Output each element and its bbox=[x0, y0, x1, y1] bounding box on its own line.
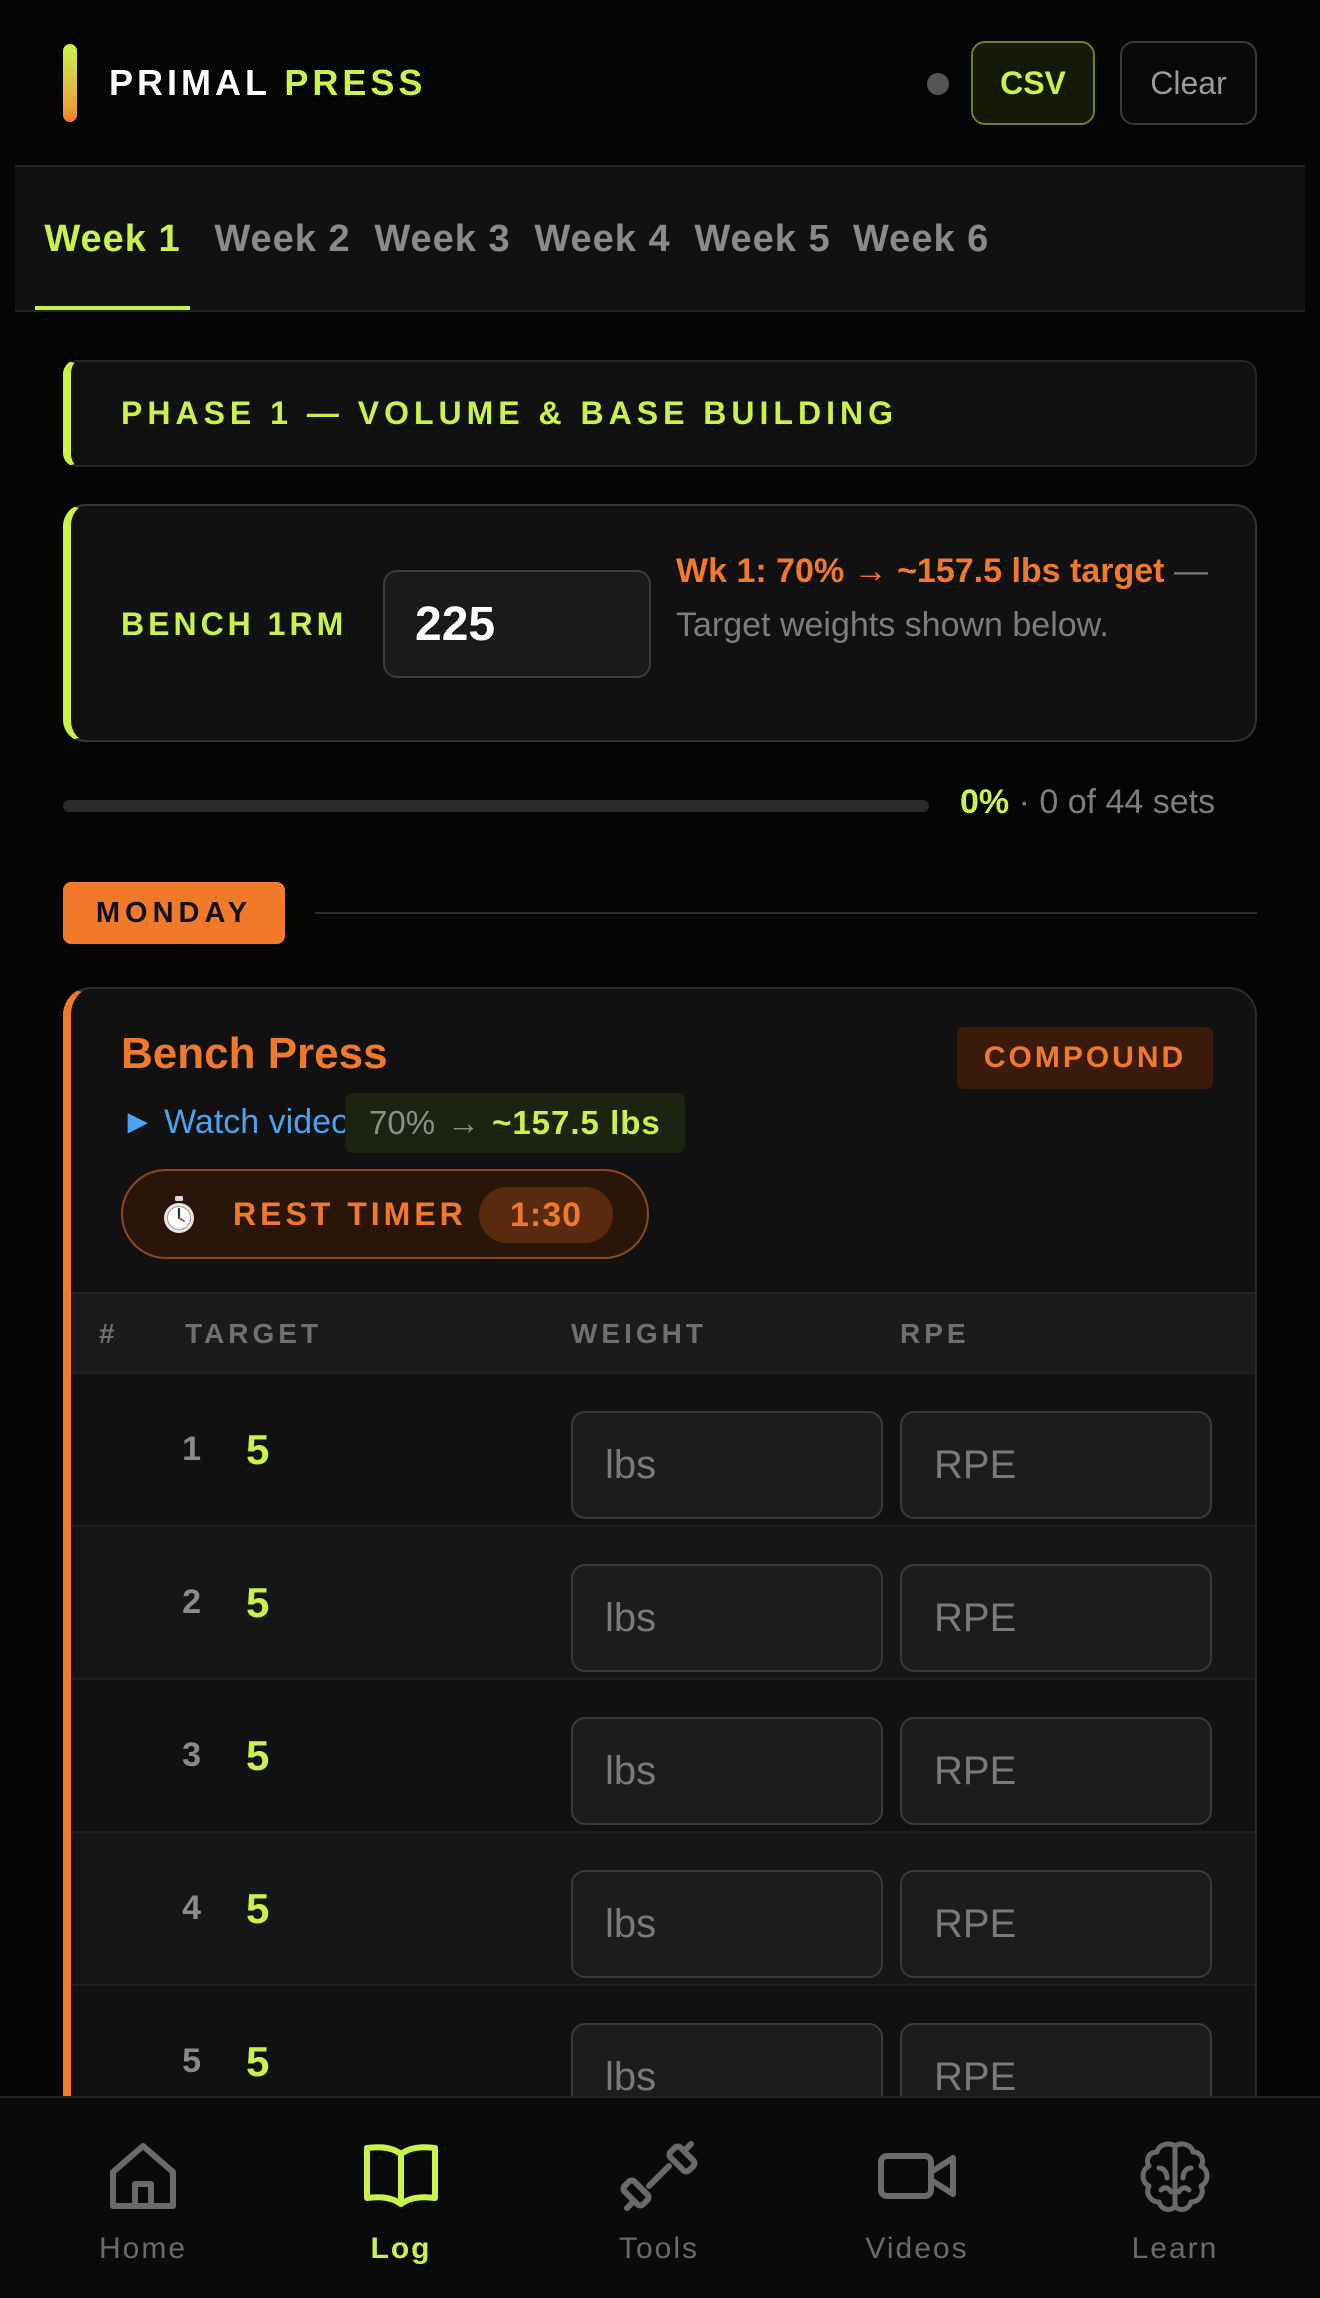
target-word: target bbox=[1070, 552, 1165, 590]
weight-input[interactable] bbox=[571, 1564, 883, 1672]
intensity-chip: 70% → ~157.5 lbs bbox=[345, 1093, 685, 1153]
progress-bar bbox=[63, 800, 929, 812]
set-number: 3 bbox=[182, 1736, 201, 1774]
phase-title: PHASE 1 — VOLUME & BASE BUILDING bbox=[121, 395, 898, 431]
set-row: 1 5 bbox=[71, 1372, 1255, 1525]
set-target-reps: 5 bbox=[246, 1578, 270, 1626]
rest-timer-button[interactable]: REST TIMER 1:30 bbox=[121, 1169, 649, 1259]
tab-week-1[interactable]: Week 1 bbox=[35, 167, 190, 310]
brand-word-press: PRESS bbox=[284, 62, 427, 103]
brand-accent-bar bbox=[63, 44, 77, 122]
book-icon bbox=[364, 2144, 438, 2207]
tab-week-5[interactable]: Week 5 bbox=[685, 167, 840, 310]
nav-tools-label: Tools bbox=[618, 2232, 700, 2265]
tab-week-4[interactable]: Week 4 bbox=[525, 167, 680, 310]
bottom-nav: Home Log Tools Videos Learn bbox=[0, 2096, 1320, 2298]
nav-home-label: Home bbox=[98, 2232, 188, 2265]
dumbbell-icon bbox=[620, 2141, 698, 2211]
weight-input[interactable] bbox=[571, 1870, 883, 1978]
bench-1rm-label: BENCH 1RM bbox=[121, 606, 348, 642]
brain-icon bbox=[1140, 2141, 1210, 2212]
day-divider bbox=[315, 912, 1257, 914]
sync-status-dot bbox=[927, 73, 949, 95]
tab-week-2[interactable]: Week 2 bbox=[205, 167, 360, 310]
set-row: 3 5 bbox=[71, 1678, 1255, 1831]
sets-table-header: # TARGET WEIGHT RPE bbox=[71, 1292, 1255, 1372]
bench-1rm-input[interactable] bbox=[383, 570, 651, 678]
week-target-text: Wk 1: 70% → ~157.5 lbs bbox=[676, 552, 1061, 590]
clear-button[interactable]: Clear bbox=[1120, 41, 1257, 125]
target-weight: ~157.5 lbs bbox=[492, 1104, 661, 1141]
progress-summary: 0% · 0 of 44 sets bbox=[960, 783, 1215, 822]
nav-videos-label: Videos bbox=[865, 2232, 969, 2265]
app-title: PRIMAL PRESS bbox=[109, 62, 426, 104]
set-row: 4 5 bbox=[71, 1831, 1255, 1984]
set-number: 2 bbox=[182, 1583, 201, 1621]
csv-export-button[interactable]: CSV bbox=[971, 41, 1095, 125]
col-header-weight: WEIGHT bbox=[571, 1318, 707, 1349]
nav-learn[interactable]: Learn bbox=[1075, 2098, 1275, 2298]
day-badge: MONDAY bbox=[63, 882, 285, 944]
exercise-name: Bench Press bbox=[121, 1029, 388, 1078]
target-weight-note: Wk 1: 70% → ~157.5 lbs target — Target w… bbox=[676, 544, 1236, 652]
watch-video-link[interactable]: ► Watch video bbox=[121, 1103, 350, 1142]
app-header: PRIMAL PRESS CSV Clear bbox=[0, 0, 1320, 165]
rpe-input[interactable] bbox=[900, 1411, 1212, 1519]
home-icon bbox=[110, 2143, 176, 2209]
set-target-reps: 5 bbox=[246, 1731, 270, 1779]
arrow-right-icon: → bbox=[447, 1104, 481, 1141]
one-rep-max-card: BENCH 1RM Wk 1: 70% → ~157.5 lbs target … bbox=[63, 504, 1257, 742]
nav-log-label: Log bbox=[370, 2232, 432, 2265]
week-tabs: Week 1 Week 2 Week 3 Week 4 Week 5 Week … bbox=[15, 165, 1305, 312]
exercise-type-badge: COMPOUND bbox=[957, 1027, 1213, 1089]
video-camera-icon bbox=[878, 2153, 956, 2199]
nav-learn-label: Learn bbox=[1131, 2232, 1219, 2265]
col-header-rpe: RPE bbox=[900, 1318, 970, 1349]
rpe-input[interactable] bbox=[900, 1717, 1212, 1825]
set-number: 1 bbox=[182, 1430, 201, 1468]
rest-timer-label: REST TIMER bbox=[233, 1195, 467, 1232]
set-number: 4 bbox=[182, 1889, 201, 1927]
rest-timer-value: 1:30 bbox=[479, 1187, 613, 1243]
tab-week-6[interactable]: Week 6 bbox=[853, 167, 1008, 310]
weight-input[interactable] bbox=[571, 1411, 883, 1519]
nav-home[interactable]: Home bbox=[43, 2098, 243, 2298]
weight-input[interactable] bbox=[571, 1717, 883, 1825]
nav-tools[interactable]: Tools bbox=[559, 2098, 759, 2298]
col-header-number: # bbox=[99, 1318, 119, 1349]
nav-log[interactable]: Log bbox=[301, 2098, 501, 2298]
phase-banner: PHASE 1 — VOLUME & BASE BUILDING bbox=[63, 360, 1257, 467]
rpe-input[interactable] bbox=[900, 1564, 1212, 1672]
progress-percent: 0% bbox=[960, 783, 1010, 821]
set-target-reps: 5 bbox=[246, 1884, 270, 1932]
set-row: 2 5 bbox=[71, 1525, 1255, 1678]
nav-videos[interactable]: Videos bbox=[817, 2098, 1017, 2298]
rpe-input[interactable] bbox=[900, 1870, 1212, 1978]
intensity-percent: 70% bbox=[369, 1104, 436, 1141]
brand-word-primal: PRIMAL bbox=[109, 62, 271, 103]
stopwatch-icon bbox=[164, 1196, 194, 1233]
progress-detail: · 0 of 44 sets bbox=[1009, 783, 1216, 821]
tab-week-3[interactable]: Week 3 bbox=[365, 167, 520, 310]
set-target-reps: 5 bbox=[246, 1425, 270, 1473]
col-header-target: TARGET bbox=[185, 1318, 323, 1349]
